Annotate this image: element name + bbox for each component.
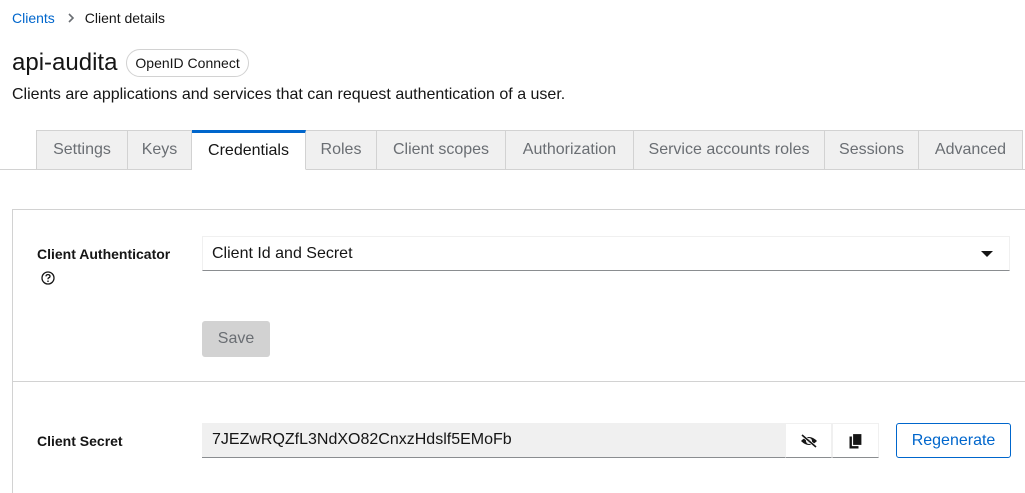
- regenerate-button[interactable]: Regenerate: [896, 423, 1011, 458]
- eye-slash-icon: [800, 433, 817, 448]
- client-authenticator-label: Client Authenticator: [37, 246, 171, 262]
- client-secret-label: Client Secret: [37, 433, 123, 449]
- client-authenticator-value: Client Id and Secret: [212, 244, 353, 262]
- tab-service-accounts-roles[interactable]: Service accounts roles: [634, 130, 825, 170]
- tab-roles[interactable]: Roles: [306, 130, 377, 170]
- tab-authorization[interactable]: Authorization: [506, 130, 634, 170]
- tab-client-scopes[interactable]: Client scopes: [377, 130, 506, 170]
- toggle-visibility-button[interactable]: [785, 423, 832, 458]
- save-button[interactable]: Save: [202, 321, 270, 357]
- tab-advanced[interactable]: Advanced: [919, 130, 1023, 170]
- tab-keys[interactable]: Keys: [128, 130, 192, 170]
- breadcrumb-clients-link[interactable]: Clients: [12, 10, 55, 26]
- section-divider: [12, 381, 1025, 382]
- help-icon[interactable]: [41, 271, 55, 285]
- copy-button[interactable]: [832, 423, 879, 458]
- client-secret-input[interactable]: 7JEZwRQZfL3NdXO82CnxzHdslf5EMoFb: [202, 423, 785, 458]
- title-row: api-audita OpenID Connect: [12, 49, 249, 77]
- client-authenticator-select[interactable]: Client Id and Secret: [202, 236, 1010, 271]
- chevron-right-icon: [68, 13, 74, 23]
- caret-down-icon: [981, 251, 993, 257]
- client-secret-value: 7JEZwRQZfL3NdXO82CnxzHdslf5EMoFb: [212, 431, 512, 448]
- tab-sessions[interactable]: Sessions: [825, 130, 919, 170]
- breadcrumb-current: Client details: [84, 10, 165, 26]
- protocol-badge: OpenID Connect: [126, 49, 249, 77]
- page-subtitle: Clients are applications and services th…: [12, 86, 566, 103]
- tab-settings[interactable]: Settings: [36, 130, 128, 170]
- copy-icon: [849, 432, 863, 448]
- page-title: api-audita: [12, 49, 118, 76]
- tab-bar: Settings Keys Credentials Roles Client s…: [36, 130, 1023, 170]
- tab-credentials[interactable]: Credentials: [192, 130, 306, 170]
- breadcrumb: Clients Client details: [12, 10, 165, 26]
